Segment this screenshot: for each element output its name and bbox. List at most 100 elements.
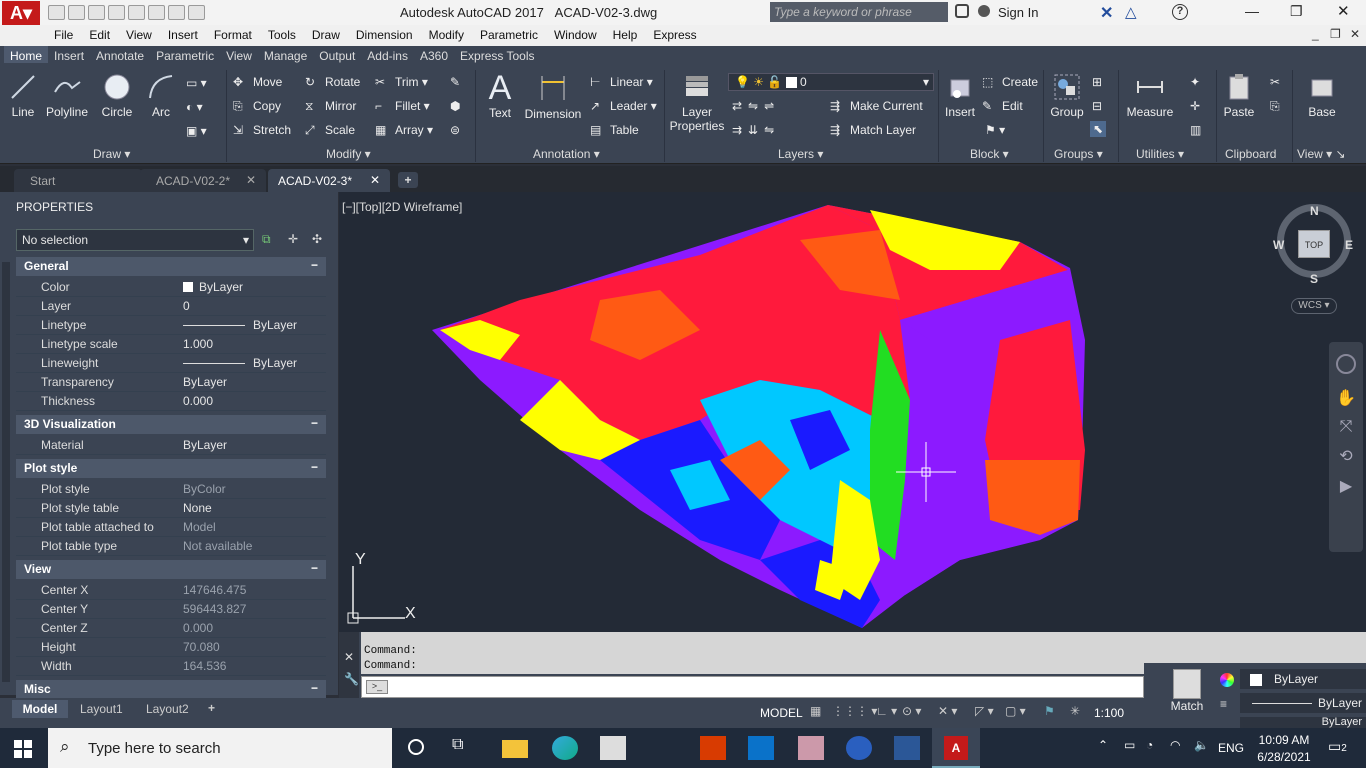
tab-a360[interactable]: A360 — [414, 46, 454, 63]
erase-icon[interactable]: ✎ — [450, 75, 460, 89]
edge-icon[interactable] — [552, 736, 578, 760]
annotation-panel-label[interactable]: Annotation ▾ — [533, 147, 600, 161]
office-icon[interactable] — [600, 736, 626, 760]
property-row[interactable]: Linetype scale 1.000 — [16, 335, 326, 354]
search-box[interactable]: Type a keyword or phrase — [770, 2, 948, 22]
rectangle-icon[interactable]: ▭ ▾ — [186, 76, 207, 90]
property-row[interactable]: Material ByLayer — [16, 436, 326, 455]
rotate-button[interactable]: ↻ Rotate — [305, 75, 360, 91]
property-row[interactable]: Center Z 0.000 — [16, 619, 326, 638]
autocad-taskbar-icon[interactable]: A — [932, 728, 980, 768]
annovis-icon[interactable]: ✳ — [1070, 704, 1080, 718]
collapse-icon[interactable]: − — [311, 561, 318, 575]
new-tab-button[interactable]: + — [398, 172, 418, 188]
move-button[interactable]: ✥ Move — [233, 75, 282, 91]
command-input[interactable]: >_ — [361, 676, 1144, 698]
taskbar-search-box[interactable]: ⌕ Type here to search — [48, 728, 392, 768]
close-button[interactable]: ✕ — [1337, 2, 1350, 20]
menu-format[interactable]: Format — [206, 25, 260, 42]
grid-toggle-icon[interactable]: ▦ — [810, 704, 821, 718]
property-row[interactable]: Transparency ByLayer — [16, 373, 326, 392]
quick-select-icon[interactable]: ✣ — [312, 232, 322, 246]
menu-parametric[interactable]: Parametric — [472, 25, 546, 42]
showmotion-icon[interactable]: ▶ — [1336, 476, 1356, 496]
cut-icon[interactable]: ✂ — [1270, 75, 1280, 89]
menu-file[interactable]: File — [46, 25, 81, 42]
palette-scrollbar[interactable] — [2, 262, 10, 682]
menu-modify[interactable]: Modify — [421, 25, 472, 42]
command-grip[interactable] — [339, 632, 359, 698]
zoom-extents-icon[interactable]: ⤧ — [1336, 418, 1356, 436]
fillet-button[interactable]: ⌐ Fillet ▾ — [375, 99, 430, 115]
mirror-button[interactable]: ⧖ Mirror — [305, 99, 356, 115]
open-icon[interactable] — [68, 5, 85, 20]
leader-button[interactable]: ↗ Leader ▾ — [590, 99, 657, 115]
plot-icon[interactable] — [128, 5, 145, 20]
hatch-icon[interactable]: ◐ ▾ — [186, 100, 203, 114]
pan-hand-icon[interactable]: ✋ — [1336, 388, 1356, 408]
layout-tab-model[interactable]: Model — [12, 700, 68, 718]
save-as-icon[interactable] — [108, 5, 125, 20]
property-row[interactable]: Plot style table None — [16, 499, 326, 518]
minimize-button[interactable]: — — [1245, 3, 1259, 19]
tray-wifi-icon[interactable]: ◠ — [1170, 738, 1180, 752]
mail-icon[interactable] — [748, 736, 774, 760]
binoculars-icon[interactable] — [955, 4, 969, 18]
property-row[interactable]: Plot style ByColor — [16, 480, 326, 499]
drawing-canvas[interactable]: [−][Top][2D Wireframe] Y X TOP N S E W W… — [339, 192, 1366, 632]
calculator-icon[interactable]: ▥ — [1190, 123, 1201, 137]
close-icon[interactable]: ✕ — [246, 173, 256, 187]
layout-tab-layout2[interactable]: Layout2 — [146, 702, 189, 716]
draw-panel-label[interactable]: Draw ▾ — [93, 147, 130, 161]
ortho-toggle-icon[interactable]: ∟ ▾ — [876, 704, 897, 718]
layer-properties-button[interactable]: Layer Properties — [668, 72, 726, 133]
trim-button[interactable]: ✂ Trim ▾ — [375, 75, 428, 91]
annotation-scale-icon[interactable]: ⚑ — [1044, 704, 1055, 718]
lineweight-dropdown[interactable]: ByLayer — [1240, 717, 1366, 728]
property-row[interactable]: Layer 0 — [16, 297, 326, 316]
collapse-icon[interactable]: − — [311, 258, 318, 272]
menu-tools[interactable]: Tools — [260, 25, 304, 42]
tray-volume-icon[interactable]: 🔈 — [1194, 738, 1209, 752]
property-row[interactable]: Lineweight ByLayer — [16, 354, 326, 373]
block-attributes-icon[interactable]: ⚑ ▾ — [985, 123, 1005, 137]
layer-tools-row2[interactable]: ⇉⇊⇋ — [732, 123, 780, 137]
point-icon[interactable]: ✛ — [1190, 99, 1200, 113]
otrack-toggle-icon[interactable]: ▢ ▾ — [1005, 704, 1026, 718]
doc-tab-v02-2[interactable]: ACAD-V02-2* ✕ — [140, 169, 266, 192]
user-icon[interactable] — [978, 5, 990, 17]
tab-parametric[interactable]: Parametric — [150, 46, 220, 63]
circle-button[interactable]: Circle — [98, 72, 136, 119]
compass-west[interactable]: W — [1273, 238, 1284, 252]
scale-button[interactable]: ⤢ Scale — [305, 123, 355, 139]
arc-button[interactable]: Arc — [144, 72, 178, 119]
windows-start-icon[interactable] — [14, 740, 32, 758]
tab-manage[interactable]: Manage — [258, 46, 313, 63]
restore-button[interactable]: ❐ — [1290, 3, 1303, 20]
close-icon[interactable]: ✕ — [344, 650, 354, 664]
polyline-button[interactable]: Polyline — [44, 72, 90, 119]
quick-select-icon[interactable]: ✦ — [1190, 75, 1200, 89]
group-edit-icon[interactable]: ⊟ — [1092, 99, 1102, 113]
word-icon[interactable] — [894, 736, 920, 760]
tab-express-tools[interactable]: Express Tools — [454, 46, 540, 63]
property-row[interactable]: Center X 147646.475 — [16, 581, 326, 600]
tab-view[interactable]: View — [220, 46, 258, 63]
wrench-icon[interactable]: 🔧 — [344, 672, 359, 686]
orbit-icon[interactable]: ⟲ — [1336, 446, 1356, 466]
compass-north[interactable]: N — [1310, 204, 1319, 218]
measure-button[interactable]: Measure — [1124, 72, 1176, 119]
tab-add-ins[interactable]: Add-ins — [361, 46, 414, 63]
app-icon[interactable] — [846, 736, 872, 760]
offset-icon[interactable]: ⊜ — [450, 123, 460, 137]
text-button[interactable]: A Text — [482, 70, 518, 120]
plot-style-section-header[interactable]: Plot style − — [16, 459, 326, 478]
selection-dropdown[interactable]: No selection ▾ — [16, 229, 254, 251]
match-layer-button[interactable]: ⇶ Match Layer — [830, 123, 916, 139]
tray-network-icon[interactable]: ◔ — [1146, 738, 1153, 752]
steering-wheel-icon[interactable] — [1336, 354, 1356, 374]
tab-insert[interactable]: Insert — [48, 46, 90, 63]
array-button[interactable]: ▦ Array ▾ — [375, 123, 433, 139]
group-select-icon[interactable]: ⬉ — [1090, 121, 1107, 137]
edit-block-button[interactable]: ✎ Edit — [982, 99, 1023, 115]
